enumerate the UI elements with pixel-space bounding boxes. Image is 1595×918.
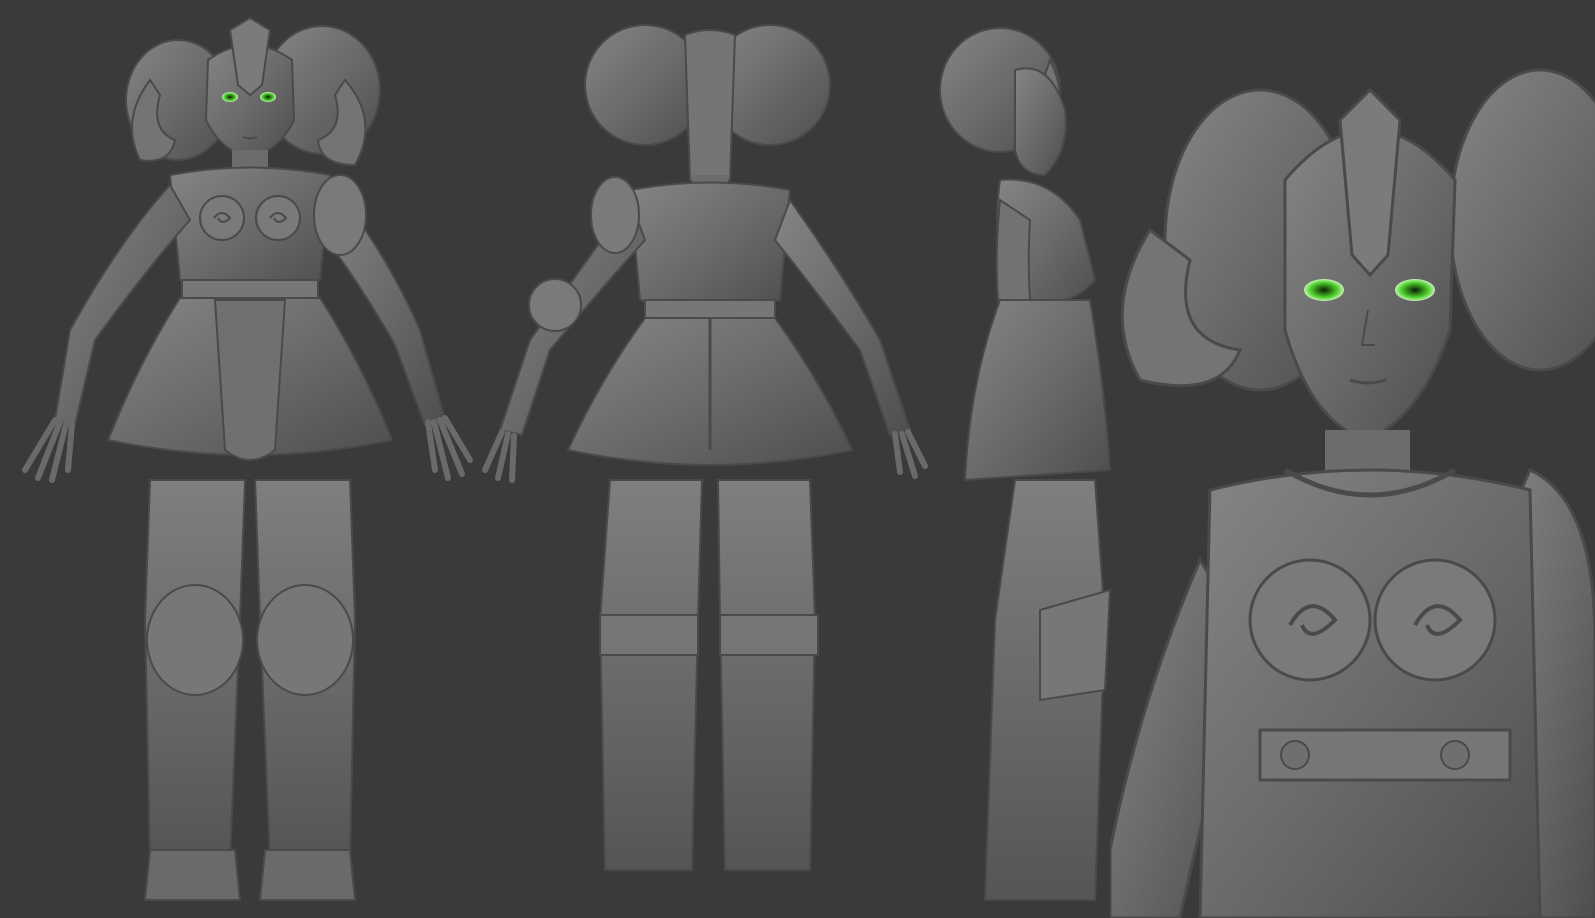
belt [644,299,776,319]
chest-swirl-right [255,195,301,241]
skull-forearm [528,278,582,332]
torso [1198,468,1542,918]
front-view-figure [22,16,473,901]
sculpt-turnaround-sheet [0,0,1595,918]
hand-left [482,429,517,483]
skull-shoulder [313,174,367,256]
skirt-profile [963,299,1112,482]
hand-right [425,415,473,481]
back-view-figure [482,24,928,871]
bodysuit [213,299,287,461]
kneepad-profile [1039,588,1112,702]
back-torso [628,181,792,309]
closeup-figure [1110,68,1595,918]
belt-button-left [1280,740,1310,770]
chest-swirl-left [199,195,245,241]
kneepad-right [256,584,354,696]
hand-left [22,417,75,483]
closeup-view [1110,0,1595,918]
boot-top-right [719,614,819,656]
back-view [470,0,950,918]
belt [181,279,319,299]
ponytail [683,29,737,189]
boot-left [143,849,242,901]
skull-shoulder [590,176,640,254]
belt-button-right [1440,740,1470,770]
torso [168,166,332,289]
leg-right [716,479,817,871]
boot-top-left [599,614,699,656]
kneepad-left [146,584,244,696]
chest-swirl-right [1373,558,1497,682]
chest-swirl-left [1248,558,1372,682]
eye-right [260,92,276,102]
leg-left [598,479,704,871]
eye-right [1395,279,1435,301]
boot-right [258,849,357,901]
hair-bun-right [1448,68,1595,372]
front-view [0,0,500,918]
eye-left [1304,279,1344,301]
eye-left [222,92,238,102]
